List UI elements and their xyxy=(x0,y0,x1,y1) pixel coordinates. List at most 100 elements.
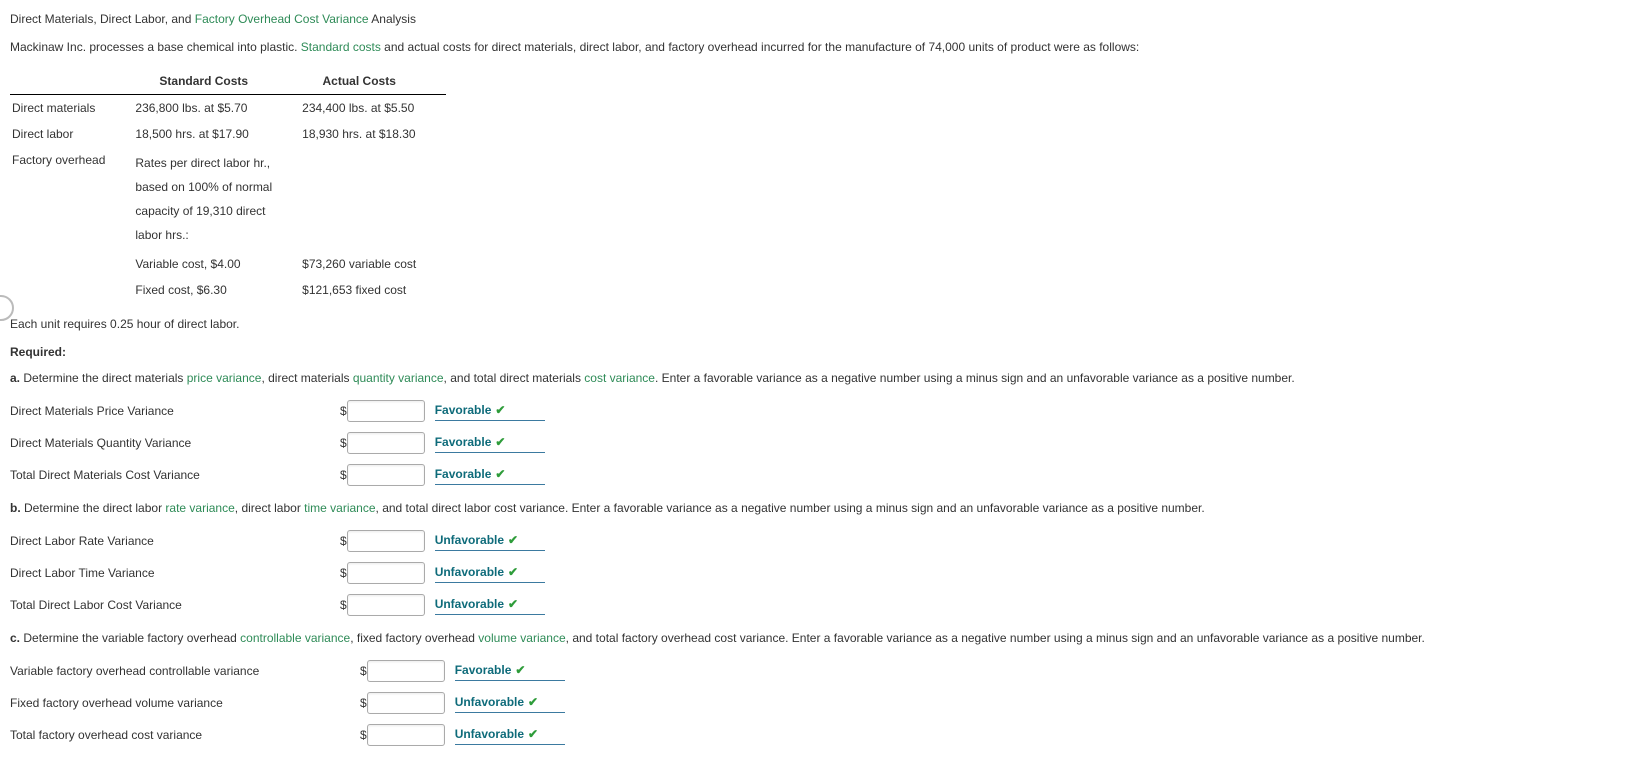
dl-rate-variance-select[interactable]: Unfavorable✔ xyxy=(435,531,545,551)
dl-rate-variance-input[interactable] xyxy=(347,530,425,552)
qc-text: , fixed factory overhead xyxy=(350,631,478,645)
select-value: Favorable xyxy=(435,401,492,419)
dl-total-variance-select[interactable]: Unfavorable✔ xyxy=(435,595,545,615)
question-b-text: b. Determine the direct labor rate varia… xyxy=(10,499,1630,517)
dl-time-variance-select[interactable]: Unfavorable✔ xyxy=(435,563,545,583)
check-icon: ✔ xyxy=(495,433,505,451)
standard-actual-costs-table: Standard Costs Actual Costs Direct mater… xyxy=(10,68,446,303)
answer-label: Direct Labor Time Variance xyxy=(10,557,340,589)
qb-term: time variance xyxy=(304,501,375,515)
dl-time-variance-input[interactable] xyxy=(347,562,425,584)
check-icon: ✔ xyxy=(508,531,518,549)
answer-row: Direct Materials Quantity Variance $ Fav… xyxy=(10,427,555,459)
question-a-letter: a. xyxy=(10,371,20,385)
check-icon: ✔ xyxy=(515,661,525,679)
select-value: Unfavorable xyxy=(455,725,524,743)
dollar-sign: $ xyxy=(360,655,367,687)
fo-variable-standard: Variable cost, $4.00 xyxy=(135,251,302,277)
intro-post: and actual costs for direct materials, d… xyxy=(381,40,1139,54)
answer-row: Variable factory overhead controllable v… xyxy=(10,655,575,687)
factory-overhead-standard-desc: Rates per direct labor hr., based on 100… xyxy=(135,147,302,251)
dollar-sign: $ xyxy=(340,459,347,491)
dollar-sign: $ xyxy=(360,687,367,719)
dm-total-variance-input[interactable] xyxy=(347,464,425,486)
title-term: Factory Overhead Cost Variance xyxy=(195,12,369,26)
qb-text: Determine the direct labor xyxy=(21,501,166,515)
standard-costs-header: Standard Costs xyxy=(135,68,302,95)
required-heading: Required: xyxy=(10,345,66,359)
direct-materials-actual: 234,400 lbs. at $5.50 xyxy=(302,95,446,122)
table-row: Direct materials 236,800 lbs. at $5.70 2… xyxy=(10,95,446,122)
table-row: Direct labor 18,500 hrs. at $17.90 18,93… xyxy=(10,121,446,147)
answer-label: Total Direct Labor Cost Variance xyxy=(10,589,340,621)
fo-controllable-variance-select[interactable]: Favorable✔ xyxy=(455,661,565,681)
direct-materials-label: Direct materials xyxy=(10,95,135,122)
title-pre: Direct Materials, Direct Labor, and xyxy=(10,12,195,26)
dm-price-variance-input[interactable] xyxy=(347,400,425,422)
answer-label: Direct Materials Price Variance xyxy=(10,395,340,427)
answer-row: Total Direct Materials Cost Variance $ F… xyxy=(10,459,555,491)
qb-term: rate variance xyxy=(165,501,234,515)
qc-term: volume variance xyxy=(478,631,565,645)
dl-total-variance-input[interactable] xyxy=(347,594,425,616)
fo-variable-actual: $73,260 variable cost xyxy=(302,251,446,277)
select-value: Unfavorable xyxy=(435,595,504,613)
check-icon: ✔ xyxy=(495,465,505,483)
qc-text: Determine the variable factory overhead xyxy=(20,631,240,645)
answer-label: Fixed factory overhead volume variance xyxy=(10,687,360,719)
table-row: Factory overhead Rates per direct labor … xyxy=(10,147,446,251)
qa-term: price variance xyxy=(187,371,262,385)
answer-row: Direct Materials Price Variance $ Favora… xyxy=(10,395,555,427)
fo-line: Rates per direct labor hr., xyxy=(135,151,272,175)
answer-row: Total factory overhead cost variance $ U… xyxy=(10,719,575,751)
dm-quantity-variance-input[interactable] xyxy=(347,432,425,454)
intro-text: Mackinaw Inc. processes a base chemical … xyxy=(10,38,1630,56)
intro-pre: Mackinaw Inc. processes a base chemical … xyxy=(10,40,301,54)
check-icon: ✔ xyxy=(495,401,505,419)
dollar-sign: $ xyxy=(340,525,347,557)
check-icon: ✔ xyxy=(528,693,538,711)
select-value: Unfavorable xyxy=(435,563,504,581)
qa-term: quantity variance xyxy=(353,371,444,385)
unit-note: Each unit requires 0.25 hour of direct l… xyxy=(10,315,1630,333)
fo-line: labor hrs.: xyxy=(135,223,272,247)
qa-text: , and total direct materials xyxy=(444,371,585,385)
select-value: Favorable xyxy=(455,661,512,679)
question-b-answers: Direct Labor Rate Variance $ Unfavorable… xyxy=(10,525,555,621)
question-c-letter: c. xyxy=(10,631,20,645)
dollar-sign: $ xyxy=(340,557,347,589)
dm-price-variance-select[interactable]: Favorable✔ xyxy=(435,401,545,421)
fo-volume-variance-select[interactable]: Unfavorable✔ xyxy=(455,693,565,713)
qa-text: , direct materials xyxy=(261,371,352,385)
page-title: Direct Materials, Direct Labor, and Fact… xyxy=(10,10,1630,28)
direct-materials-standard: 236,800 lbs. at $5.70 xyxy=(135,95,302,122)
select-value: Favorable xyxy=(435,433,492,451)
fo-total-variance-input[interactable] xyxy=(367,724,445,746)
select-value: Unfavorable xyxy=(435,531,504,549)
factory-overhead-label: Factory overhead xyxy=(10,147,135,251)
qa-term: cost variance xyxy=(584,371,655,385)
answer-label: Direct Materials Quantity Variance xyxy=(10,427,340,459)
dm-total-variance-select[interactable]: Favorable✔ xyxy=(435,465,545,485)
direct-labor-actual: 18,930 hrs. at $18.30 xyxy=(302,121,446,147)
question-a-answers: Direct Materials Price Variance $ Favora… xyxy=(10,395,555,491)
fo-controllable-variance-input[interactable] xyxy=(367,660,445,682)
fo-total-variance-select[interactable]: Unfavorable✔ xyxy=(455,725,565,745)
qa-text: Determine the direct materials xyxy=(20,371,187,385)
question-a-text: a. Determine the direct materials price … xyxy=(10,369,1630,387)
fo-line: capacity of 19,310 direct xyxy=(135,199,272,223)
answer-row: Direct Labor Time Variance $ Unfavorable… xyxy=(10,557,555,589)
fo-fixed-actual: $121,653 fixed cost xyxy=(302,277,446,303)
qc-term: controllable variance xyxy=(240,631,350,645)
fo-volume-variance-input[interactable] xyxy=(367,692,445,714)
direct-labor-label: Direct labor xyxy=(10,121,135,147)
question-c-text: c. Determine the variable factory overhe… xyxy=(10,629,1630,647)
dollar-sign: $ xyxy=(340,395,347,427)
intro-term: Standard costs xyxy=(301,40,381,54)
dm-quantity-variance-select[interactable]: Favorable✔ xyxy=(435,433,545,453)
qb-text: , direct labor xyxy=(235,501,304,515)
table-row: Fixed cost, $6.30 $121,653 fixed cost xyxy=(10,277,446,303)
check-icon: ✔ xyxy=(508,595,518,613)
question-c-answers: Variable factory overhead controllable v… xyxy=(10,655,575,751)
question-b-letter: b. xyxy=(10,501,21,515)
